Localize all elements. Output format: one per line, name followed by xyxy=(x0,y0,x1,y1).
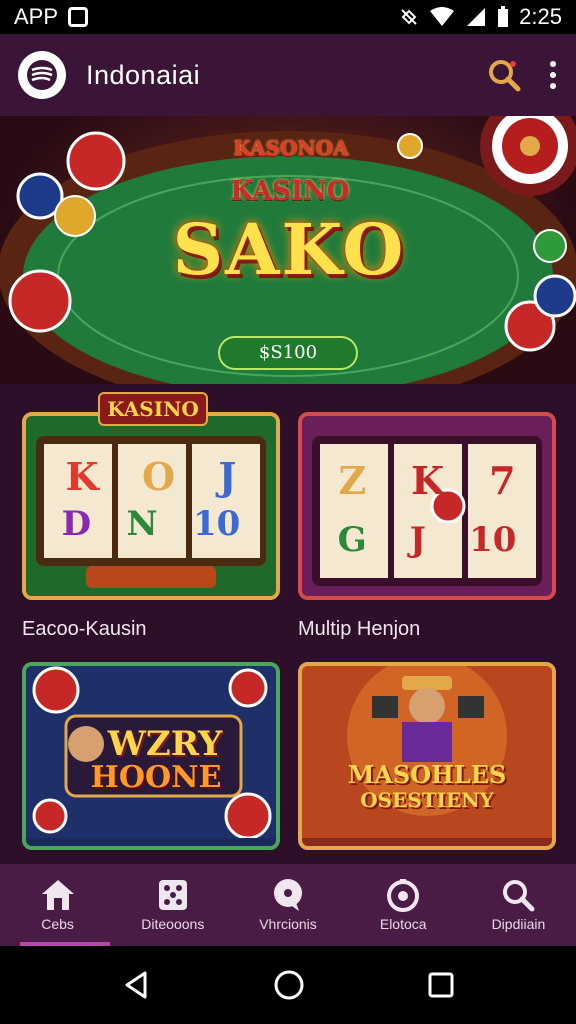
status-app-label: APP xyxy=(14,4,59,29)
card-4-title-line1: MASOHLES xyxy=(347,760,507,789)
chat-icon xyxy=(274,879,302,911)
game-thumbnail xyxy=(298,412,556,600)
nav-item-target[interactable]: Elotoca xyxy=(346,864,461,946)
game-thumbnail xyxy=(298,662,556,850)
notification-icon xyxy=(68,7,89,27)
reel-symbol: 10 xyxy=(192,504,241,544)
dice-icon xyxy=(158,880,187,910)
status-time: 2:25 xyxy=(519,4,562,29)
status-bar: APP 2:25 xyxy=(0,0,576,34)
signal-icon xyxy=(467,8,486,26)
nav-label: Elotoca xyxy=(379,916,427,932)
hero-sub-text: KASINO xyxy=(230,176,350,206)
nav-item-chat[interactable]: Vhrcionis xyxy=(230,864,345,946)
reel-symbol: Z xyxy=(338,458,367,503)
nav-label: Diteooons xyxy=(141,916,205,932)
reel-symbol: G xyxy=(337,520,367,560)
recents-icon[interactable] xyxy=(427,971,455,999)
card-2-reels-top: Z K 7 xyxy=(316,458,538,503)
card-2-caption[interactable]: Multip Henjon xyxy=(298,618,420,641)
search-icon xyxy=(503,880,535,912)
wifi-icon xyxy=(430,7,455,26)
bottom-navigation: Cebs Diteooons Vhrcionis Elotoca Dipdiia… xyxy=(0,864,576,946)
reel-symbol: K xyxy=(65,454,99,499)
card-2-reels-bottom: G J 10 xyxy=(316,520,538,560)
card-1-caption[interactable]: Eacoo-Kausin xyxy=(22,618,147,641)
reel-symbol: 10 xyxy=(469,520,517,560)
target-icon xyxy=(387,879,420,912)
battery-icon xyxy=(498,6,509,27)
reel-symbol: N xyxy=(126,504,158,544)
hero-main-title: SAKO xyxy=(172,208,406,291)
home-button-icon[interactable] xyxy=(273,969,305,1001)
nfc-icon xyxy=(401,9,417,25)
nav-label: Dipdiiain xyxy=(491,916,546,932)
hero-play-button[interactable]: $S100 xyxy=(218,336,358,370)
card-1-reels-bottom: D N 10 xyxy=(44,504,258,544)
reel-symbol: K xyxy=(411,458,445,503)
hero-badge-text: KASONOA xyxy=(233,136,349,160)
app-bar: Indonaiai xyxy=(0,34,576,116)
system-navigation-bar xyxy=(0,946,576,1024)
reel-symbol: 7 xyxy=(489,458,516,503)
nav-label: Cebs xyxy=(41,916,74,932)
reel-symbol: D xyxy=(61,504,92,544)
card-1-reels-top: K O J xyxy=(44,454,258,499)
nav-item-dice[interactable]: Diteooons xyxy=(115,864,230,946)
nav-label: Vhrcionis xyxy=(259,916,317,932)
back-icon[interactable] xyxy=(121,970,151,1000)
card-1-banner: KASINO xyxy=(98,392,208,426)
more-options-icon[interactable] xyxy=(548,60,558,90)
reel-symbol: O xyxy=(141,454,176,499)
app-title: Indonaiai xyxy=(86,59,201,90)
card-4-title-line2: OSESTIENY xyxy=(360,788,494,812)
card-3-title-line1: WZRY xyxy=(107,724,223,764)
app-logo-icon[interactable] xyxy=(18,51,66,99)
nav-item-search[interactable]: Dipdiiain xyxy=(461,864,576,946)
reel-symbol: J xyxy=(218,454,237,499)
search-icon[interactable] xyxy=(486,57,522,93)
reel-symbol: J xyxy=(409,520,426,560)
home-icon xyxy=(41,880,74,910)
card-3-title-line2: HOONE xyxy=(90,760,222,795)
nav-item-home[interactable]: Cebs xyxy=(0,864,115,946)
